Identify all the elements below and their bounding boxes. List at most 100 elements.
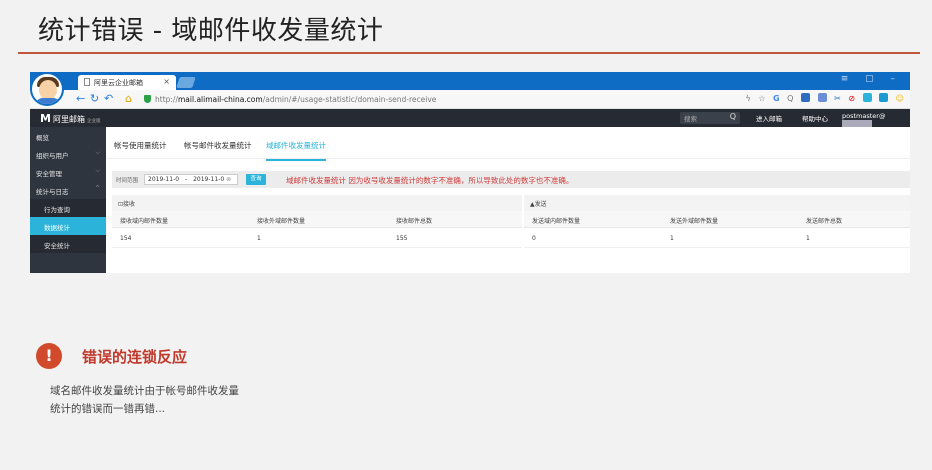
date-range-picker[interactable]: 2019-11-0 - 2019-11-0 ⊗ <box>144 174 238 185</box>
sidebar-item-label: 安全管理 <box>36 170 62 178</box>
window-controls[interactable]: ≡ ▢ – <box>841 74 902 84</box>
date-separator: - <box>184 176 188 183</box>
secure-shield-icon <box>144 95 151 103</box>
back-icon[interactable]: ← <box>76 92 85 105</box>
sidebar-item-label: 组织与用户 <box>36 152 69 160</box>
chevron-up-icon: ^ <box>94 185 100 192</box>
logo-subtext: 企业版 <box>86 119 101 124</box>
home-icon[interactable]: ⌂ <box>125 92 132 105</box>
browser-toolbar-icons: ϟ ☆ G Q ✂ ⊘ ☺ <box>740 93 904 103</box>
sidebar-item-org-users[interactable]: 组织与用户 ⌵ <box>30 145 106 163</box>
table-cell: 154 <box>120 235 132 242</box>
sidebar-item-label: 统计与日志 <box>36 188 69 196</box>
callout-line: 统计的错误而一错再错... <box>50 403 166 415</box>
search-icon[interactable]: Q <box>730 112 736 121</box>
new-tab-button[interactable] <box>176 77 196 88</box>
table-cell: 1 <box>670 235 674 242</box>
browser-tab[interactable]: 阿里云企业邮箱 × <box>78 75 176 90</box>
header-search-input[interactable]: 搜索 Q <box>680 112 740 124</box>
table-cell: 1 <box>806 235 810 242</box>
smiley-icon[interactable]: ☺ <box>896 94 904 103</box>
tab-account-send-receive[interactable]: 帐号邮件收发量统计 <box>184 140 252 151</box>
filter-bar: 时间范围 2019-11-0 - 2019-11-0 ⊗ 查询 域邮件收发量统计… <box>112 171 910 188</box>
table-cell: 0 <box>532 235 536 242</box>
warning-icon: ! <box>36 343 62 369</box>
help-center-link[interactable]: 帮助中心 <box>802 113 828 123</box>
block-icon[interactable]: ⊘ <box>848 94 855 103</box>
column-header: 接收邮件总数 <box>396 218 433 225</box>
undo-icon[interactable]: ↶ <box>104 92 113 105</box>
google-search-icon[interactable]: G <box>773 94 780 103</box>
column-header: 接收域内邮件数量 <box>120 218 169 225</box>
sidebar-item-security[interactable]: 安全管理 ⌵ <box>30 163 106 181</box>
page-icon <box>84 78 90 86</box>
url-path: /admin/#/usage-statistic/domain-send-rec… <box>262 95 437 104</box>
sidebar-item-label: 行为查询 <box>44 206 70 214</box>
date-end: 2019-11-0 <box>193 176 225 183</box>
extension-icon[interactable] <box>879 93 889 102</box>
callout-line: 域名邮件收发量统计由于帐号邮件收发量 <box>50 385 239 397</box>
browser-screenshot: 阿里云企业邮箱 × ≡ ▢ – ← ↻ ↶ ⌂ http://mail.alim… <box>30 72 910 273</box>
stats-tabs: 帐号使用量统计 帐号邮件收发量统计 域邮件收发量统计 <box>106 127 910 161</box>
browser-nav-bar: ← ↻ ↶ ⌂ http://mail.alimail-china.com/ad… <box>30 90 910 109</box>
enter-mailbox-link[interactable]: 进入邮箱 <box>756 113 782 123</box>
table-row: 154 1 155 <box>112 228 522 248</box>
chevron-down-icon: ⌵ <box>95 149 100 156</box>
slide-title: 统计错误 - 域邮件收发量统计 <box>38 16 384 46</box>
tab-account-usage[interactable]: 帐号使用量统计 <box>114 140 167 151</box>
sidebar-item-behavior-query[interactable]: 行为查询 <box>30 199 106 217</box>
bolt-icon[interactable]: ϟ <box>745 94 750 103</box>
clear-icon[interactable]: ⊗ <box>226 176 231 183</box>
callout-title: 错误的连锁反应 <box>82 348 188 366</box>
query-button[interactable]: 查询 <box>246 174 266 185</box>
avatar[interactable] <box>30 72 64 106</box>
receive-group-header: ⊡接收 <box>112 195 522 211</box>
refresh-icon[interactable]: ↻ <box>90 92 99 105</box>
sidebar-item-overview[interactable]: 概览 <box>30 127 106 145</box>
url-protocol: http:// <box>155 95 178 104</box>
star-icon[interactable]: ☆ <box>758 94 765 103</box>
sidebar: 概览 组织与用户 ⌵ 安全管理 ⌵ 统计与日志 ^ 行为查询 数据统计 安全统计 <box>30 127 106 273</box>
search-placeholder: 搜索 <box>684 115 697 123</box>
extension-icon[interactable] <box>800 93 810 102</box>
app-logo[interactable]: M 阿里邮箱 企业版 <box>40 112 100 125</box>
address-bar[interactable]: http://mail.alimail-china.com/admin/#/us… <box>144 93 624 106</box>
sidebar-item-stats-logs[interactable]: 统计与日志 ^ <box>30 181 106 199</box>
search-icon[interactable]: Q <box>787 94 793 103</box>
title-divider <box>18 52 920 54</box>
chevron-down-icon: ⌵ <box>95 167 100 174</box>
avatar-face <box>39 80 57 100</box>
tab-title: 阿里云企业邮箱 <box>94 79 143 87</box>
tab-domain-send-receive[interactable]: 域邮件收发量统计 <box>266 140 326 161</box>
user-name: postmaster@ <box>842 112 886 120</box>
browser-tab-bar: 阿里云企业邮箱 × ≡ ▢ – <box>30 72 910 90</box>
annotation-note: 域邮件收发量统计 因为收号收发量统计的数字不准确，所以导致此处的数字也不准确。 <box>286 176 574 185</box>
sidebar-item-data-stats[interactable]: 数据统计 <box>30 217 106 235</box>
logo-text: 阿里邮箱 <box>52 115 85 124</box>
sidebar-item-label: 概览 <box>36 134 49 142</box>
column-header: 发送外域邮件数量 <box>670 218 719 225</box>
extension-icon[interactable] <box>817 93 827 102</box>
time-range-label: 时间范围 <box>116 178 139 184</box>
send-group-header: ▲发送 <box>524 195 910 211</box>
sidebar-item-security-stats[interactable]: 安全统计 <box>30 235 106 253</box>
cut-icon[interactable]: ✂ <box>834 94 841 103</box>
close-icon[interactable]: × <box>163 77 170 86</box>
sidebar-item-label: 数据统计 <box>44 224 70 232</box>
table-row: 0 1 1 <box>524 228 910 248</box>
extension-icon[interactable] <box>862 93 872 102</box>
receive-table-header: 接收域内邮件数量 接收外域邮件数量 接收邮件总数 <box>112 211 522 228</box>
date-start: 2019-11-0 <box>148 176 180 183</box>
column-header: 发送域内邮件数量 <box>532 218 581 225</box>
url-host: mail.alimail-china.com <box>177 95 263 104</box>
app-header: M 阿里邮箱 企业版 搜索 Q 进入邮箱 帮助中心 postmaster@ <box>30 109 910 129</box>
sidebar-item-label: 安全统计 <box>44 242 70 250</box>
table-cell: 1 <box>257 235 261 242</box>
table-cell: 155 <box>396 235 408 242</box>
column-header: 发送邮件总数 <box>806 218 843 225</box>
send-group-label: 发送 <box>534 201 547 208</box>
send-table-header: 发送域内邮件数量 发送外域邮件数量 发送邮件总数 <box>524 211 910 228</box>
receive-group-label: 接收 <box>123 201 136 208</box>
logo-mark: M <box>40 112 51 125</box>
column-header: 接收外域邮件数量 <box>257 218 306 225</box>
